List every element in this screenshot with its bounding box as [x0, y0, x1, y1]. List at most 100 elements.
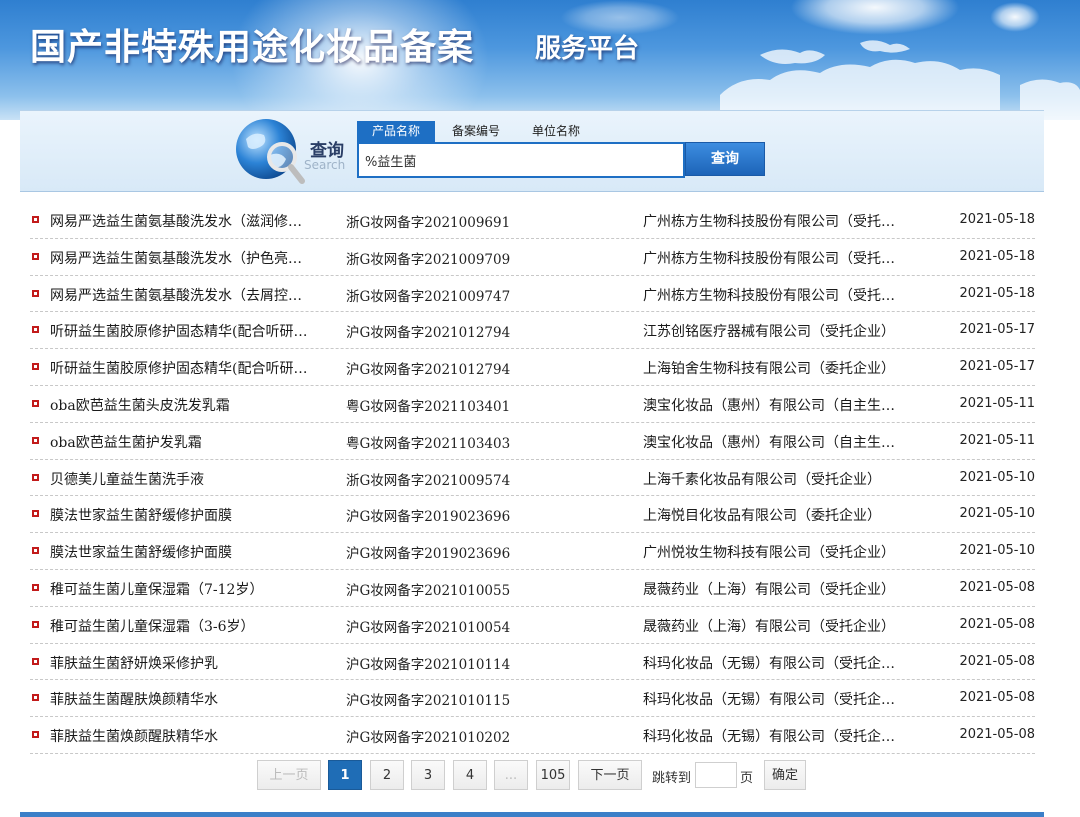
product-name-link[interactable]: 稚可益生菌儿童保湿霜（7-12岁）	[50, 579, 335, 599]
confirm-jump-button[interactable]: 确定	[764, 760, 806, 790]
result-list: 网易严选益生菌氨基酸洗发水（滋润修… 浙G妆网备字2021009691 广州栋方生物…	[30, 202, 1035, 754]
bullet-icon	[32, 620, 39, 628]
product-name-link[interactable]: 菲肤益生菌舒妍焕采修护乳	[50, 653, 335, 673]
search-button[interactable]: 查询	[685, 142, 765, 176]
product-name-link[interactable]: 菲肤益生菌醒肤焕颜精华水	[50, 689, 335, 709]
banner-cloud	[790, 0, 960, 35]
bullet-icon	[32, 363, 39, 371]
footer-bar	[20, 812, 1044, 817]
company-name: 科玛化妆品（无锡）有限公司（受托企…	[643, 692, 895, 709]
company-name: 晟薇药业（上海）有限公司（受托企业）	[643, 618, 895, 635]
page-button[interactable]: 4	[453, 760, 487, 790]
bullet-icon	[32, 583, 39, 591]
record-date: 2021-05-18	[959, 212, 1035, 227]
bullet-icon	[32, 326, 39, 334]
bullet-icon	[32, 547, 39, 555]
record-number: 粤G妆网备字2021103401	[346, 398, 511, 415]
product-name-link[interactable]: 膜法世家益生菌舒缓修护面膜	[50, 542, 335, 562]
product-name-link[interactable]: 听研益生菌胶原修护固态精华(配合听研…	[50, 358, 335, 378]
record-number: 沪G妆网备字2021010202	[346, 730, 511, 747]
company-name: 澳宝化妆品（惠州）有限公司（自主生…	[643, 397, 895, 414]
company-name: 晟薇药业（上海）有限公司（受托企业）	[643, 581, 895, 598]
record-number: 沪G妆网备字2019023696	[346, 546, 511, 563]
banner-cloud	[990, 2, 1040, 32]
bullet-icon	[32, 473, 39, 481]
product-name-link[interactable]: 膜法世家益生菌舒缓修护面膜	[50, 505, 335, 525]
page-button[interactable]: 105	[536, 760, 570, 790]
company-name: 广州栋方生物科技股份有限公司（受托…	[643, 214, 895, 230]
product-name-link[interactable]: 网易严选益生菌氨基酸洗发水（滋润修…	[50, 211, 335, 231]
product-name-link[interactable]: oba欧芭益生菌护发乳霜	[50, 432, 335, 452]
search-input[interactable]	[357, 142, 685, 178]
result-row: 稚可益生菌儿童保湿霜（3-6岁） 沪G妆网备字2021010054 晟薇药业（上海）…	[30, 607, 1035, 644]
search-logo-sub: Search	[304, 158, 346, 172]
page-subtitle: 服务平台	[535, 34, 640, 64]
company-name: 上海悦目化妆品有限公司（委托企业）	[643, 508, 881, 525]
record-date: 2021-05-10	[959, 469, 1035, 485]
record-date: 2021-05-08	[959, 616, 1035, 632]
result-row: 菲肤益生菌醒肤焕颜精华水 沪G妆网备字2021010115 科玛化妆品（无锡）有限公…	[30, 680, 1035, 718]
bullet-icon	[32, 510, 39, 518]
bullet-icon	[32, 216, 39, 223]
prev-page-button[interactable]: 上一页	[257, 760, 321, 790]
product-name-link[interactable]: 网易严选益生菌氨基酸洗发水（护色亮…	[50, 248, 335, 268]
record-number: 沪G妆网备字2021012794	[346, 362, 511, 379]
result-row: 听研益生菌胶原修护固态精华(配合听研… 沪G妆网备字2021012794 上海铂舍生…	[30, 349, 1035, 386]
jump-label: 跳转到	[652, 771, 692, 786]
result-row: 膜法世家益生菌舒缓修护面膜 沪G妆网备字2019023696 上海悦目化妆品有限公司…	[30, 496, 1035, 534]
page-button[interactable]: 1	[328, 760, 362, 790]
result-row: 菲肤益生菌舒妍焕采修护乳 沪G妆网备字2021010114 科玛化妆品（无锡）有限公…	[30, 644, 1035, 681]
product-name-link[interactable]: 听研益生菌胶原修护固态精华(配合听研…	[50, 321, 335, 341]
record-date: 2021-05-18	[959, 248, 1035, 264]
tab-product-name[interactable]: 产品名称	[357, 121, 435, 143]
record-number: 沪G妆网备字2019023696	[346, 509, 511, 526]
page-button[interactable]: 2	[370, 760, 404, 790]
company-name: 上海铂舍生物科技有限公司（委托企业）	[643, 361, 895, 378]
record-date: 2021-05-18	[959, 285, 1035, 301]
result-row: 膜法世家益生菌舒缓修护面膜 沪G妆网备字2019023696 广州悦妆生物科技有限公…	[30, 533, 1035, 570]
bullet-icon	[32, 289, 39, 297]
product-name-link[interactable]: oba欧芭益生菌头皮洗发乳霜	[50, 395, 335, 415]
company-name: 科玛化妆品（无锡）有限公司（受托企…	[643, 655, 895, 672]
pagination: 上一页 1 2 3 4 ... 105 下一页 跳转到 页 确定	[0, 760, 1080, 792]
company-name: 广州栋方生物科技股份有限公司（受托…	[643, 287, 895, 304]
result-row: 网易严选益生菌氨基酸洗发水（滋润修… 浙G妆网备字2021009691 广州栋方生物…	[30, 202, 1035, 239]
product-name-link[interactable]: 稚可益生菌儿童保湿霜（3-6岁）	[50, 616, 335, 636]
bullet-icon	[32, 436, 39, 444]
bullet-icon	[32, 694, 39, 702]
tab-company-name[interactable]: 单位名称	[517, 121, 595, 143]
record-date: 2021-05-17	[959, 359, 1035, 375]
company-name: 广州栋方生物科技股份有限公司（受托…	[643, 250, 895, 267]
record-date: 2021-05-11	[959, 395, 1035, 411]
record-date: 2021-05-08	[959, 579, 1035, 595]
record-date: 2021-05-08	[959, 653, 1035, 669]
bullet-icon	[32, 657, 39, 665]
product-name-link[interactable]: 网易严选益生菌氨基酸洗发水（去屑控…	[50, 285, 335, 305]
bullet-icon	[32, 252, 39, 260]
record-date: 2021-05-17	[959, 322, 1035, 338]
header-banner: 国产非特殊用途化妆品备案 服务平台	[0, 0, 1080, 120]
page-button[interactable]: 3	[411, 760, 445, 790]
page-unit-label: 页	[740, 771, 754, 786]
company-name: 江苏创铭医疗器械有限公司（受托企业）	[643, 324, 895, 341]
record-number: 粤G妆网备字2021103403	[346, 435, 511, 452]
company-name: 广州悦妆生物科技有限公司（受托企业）	[643, 545, 895, 562]
record-number: 沪G妆网备字2021010054	[346, 619, 511, 636]
result-row: 菲肤益生菌焕颜醒肤精华水 沪G妆网备字2021010202 科玛化妆品（无锡）有限公…	[30, 717, 1035, 754]
jump-page-input[interactable]	[695, 762, 737, 788]
company-name: 科玛化妆品（无锡）有限公司（受托企…	[643, 729, 895, 746]
record-number: 浙G妆网备字2021009691	[346, 215, 511, 231]
result-row: oba欧芭益生菌护发乳霜 粤G妆网备字2021103403 澳宝化妆品（惠州）有限公…	[30, 423, 1035, 460]
bullet-icon	[32, 399, 39, 407]
product-name-link[interactable]: 贝德美儿童益生菌洗手液	[50, 469, 335, 489]
next-page-button[interactable]: 下一页	[578, 760, 642, 790]
tab-record-number[interactable]: 备案编号	[437, 121, 515, 143]
product-name-link[interactable]: 菲肤益生菌焕颜醒肤精华水	[50, 726, 335, 746]
record-number: 浙G妆网备字2021009574	[346, 472, 511, 489]
result-row: 听研益生菌胶原修护固态精华(配合听研… 沪G妆网备字2021012794 江苏创铭医…	[30, 312, 1035, 350]
record-date: 2021-05-08	[959, 727, 1035, 743]
page-title: 国产非特殊用途化妆品备案	[30, 26, 475, 68]
record-date: 2021-05-10	[959, 543, 1035, 559]
page-ellipsis: ...	[494, 760, 528, 790]
result-row: oba欧芭益生菌头皮洗发乳霜 粤G妆网备字2021103401 澳宝化妆品（惠州）有…	[30, 386, 1035, 423]
